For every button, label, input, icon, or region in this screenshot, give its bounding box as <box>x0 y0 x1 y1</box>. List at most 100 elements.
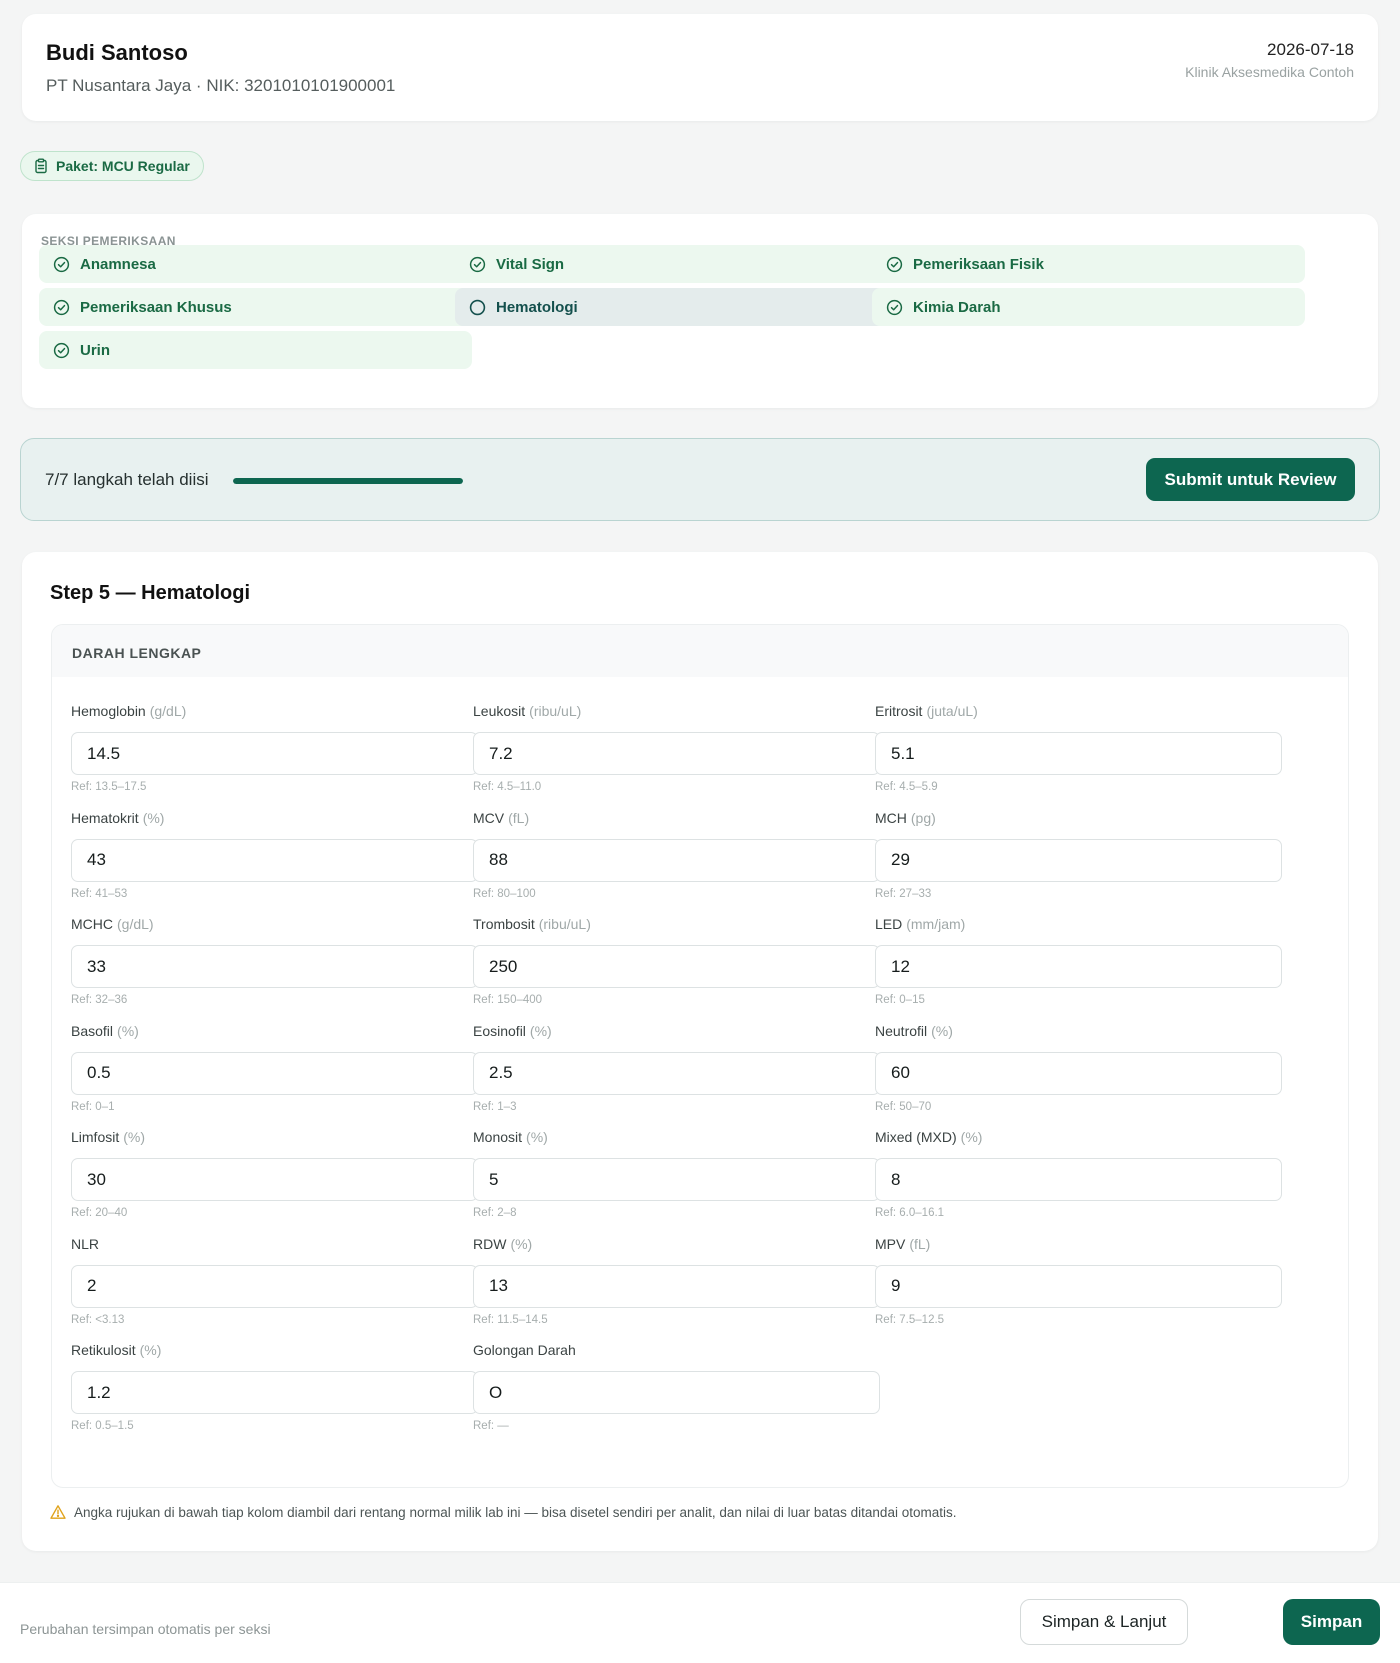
section-item-label: Pemeriksaan Fisik <box>913 255 1044 273</box>
field-label-text: Retikulosit <box>71 1342 136 1358</box>
field-unit: (ribu/uL) <box>538 916 591 932</box>
field-label: Trombosit (ribu/uL) <box>473 915 880 933</box>
field-label: Mixed (MXD) (%) <box>875 1128 1282 1146</box>
submit-review-button[interactable]: Submit untuk Review <box>1146 458 1355 501</box>
field-rdw: RDW(%) Ref: 11.5–14.5 <box>473 1235 880 1326</box>
progress-text: 7/7 langkah telah diisi <box>45 470 209 489</box>
limfosit-input[interactable] <box>71 1158 478 1201</box>
rdw-input[interactable] <box>473 1264 880 1308</box>
field-label-text: LED <box>875 916 903 932</box>
progress-fill <box>233 478 463 484</box>
field-basofil: Basofil(%) Ref: 0–1 <box>71 1022 478 1113</box>
field-neutrofil: Neutrofil(%) Ref: 50–70 <box>875 1022 1282 1113</box>
led-input[interactable] <box>875 945 1282 988</box>
eritrosit-input[interactable] <box>875 732 1282 775</box>
field-retikulosit: Retikulosit(%) Ref: 0.5–1.5 <box>71 1341 478 1432</box>
mchc-input[interactable] <box>71 945 478 988</box>
field-label: Hemoglobin (g/dL) <box>71 702 478 720</box>
field-hematokrit: Hematokrit(%) Ref: 41–53 <box>71 809 478 900</box>
field-reference-range: Ref: 32–36 <box>71 994 128 1006</box>
field-reference-range: Ref: <3.13 <box>71 1313 125 1326</box>
field-label-text: Leukosit <box>473 703 526 719</box>
neutrofil-input[interactable] <box>875 1051 1282 1095</box>
field-reference-range: Ref: — <box>473 1420 509 1432</box>
mpv-input[interactable] <box>875 1264 1282 1308</box>
field-reference-range: Ref: 7.5–12.5 <box>875 1313 945 1326</box>
field-unit: (%) <box>960 1129 983 1145</box>
field-label-text: Eritrosit <box>875 703 923 719</box>
field-mch: MCH(pg) Ref: 27–33 <box>875 809 1282 900</box>
field-label-text: Mixed (MXD) <box>875 1129 957 1145</box>
field-reference-range: Ref: 6.0–16.1 <box>875 1207 945 1219</box>
field-reference-range: Ref: 13.5–17.5 <box>71 781 147 793</box>
section-item-pemeriksaan-fisik[interactable]: Pemeriksaan Fisik <box>872 245 1305 283</box>
step-title: Step 5 — Hematologi <box>50 582 251 604</box>
patient-company-nik: PT Nusantara Jaya · NIK: 320101010190000… <box>46 76 396 95</box>
section-item-label: Pemeriksaan Khusus <box>80 298 232 316</box>
field-label: RDW (%) <box>473 1235 880 1253</box>
field-unit: (g/dL) <box>149 703 187 719</box>
field-reference-range: Ref: 1–3 <box>473 1100 517 1113</box>
field-golongan-darah: Golongan Darah Ref: — <box>473 1341 880 1432</box>
field-monosit: Monosit(%) Ref: 2–8 <box>473 1128 880 1219</box>
save-button[interactable]: Simpan <box>1283 1599 1380 1645</box>
basofil-input[interactable] <box>71 1051 478 1095</box>
section-item-kimia-darah[interactable]: Kimia Darah <box>872 288 1305 326</box>
trombosit-input[interactable] <box>473 945 880 988</box>
field-eosinofil: Eosinofil(%) Ref: 1–3 <box>473 1022 880 1113</box>
field-label: NLR <box>71 1235 478 1253</box>
field-label-text: Neutrofil <box>875 1022 928 1039</box>
mixed-mxd-input[interactable] <box>875 1158 1282 1201</box>
progress-bar-card: 7/7 langkah telah diisi Submit untuk Rev… <box>20 438 1380 521</box>
field-unit: (%) <box>117 1022 139 1039</box>
field-label-text: MCH <box>875 809 907 826</box>
step-hematologi: Step 5 — Hematologi DARAH LENGKAP Hemogl… <box>22 552 1378 1551</box>
field-reference-range: Ref: 80–100 <box>473 887 536 900</box>
darah-lengkap-panel: DARAH LENGKAP Hemoglobin(g/dL)Ref: 13.5–… <box>51 624 1349 1488</box>
section-item-label: Vital Sign <box>496 255 565 273</box>
field-label: Limfosit (%) <box>71 1128 478 1146</box>
empty-circle-icon <box>469 299 486 315</box>
check-circle-icon <box>886 256 903 272</box>
visit-date: 2026-07-18 <box>1267 40 1354 59</box>
field-label: Basofil (%) <box>71 1022 478 1040</box>
section-item-pemeriksaan-khusus[interactable]: Pemeriksaan Khusus <box>39 288 472 326</box>
field-reference-range: Ref: 4.5–5.9 <box>875 781 938 793</box>
field-label-text: Monosit <box>473 1129 523 1145</box>
leukosit-input[interactable] <box>473 732 880 775</box>
monosit-input[interactable] <box>473 1158 880 1201</box>
field-label: Leukosit (ribu/uL) <box>473 702 880 720</box>
package-label: Paket: MCU Regular <box>56 158 190 174</box>
progress-track <box>233 478 463 484</box>
field-label: LED (mm/jam) <box>875 915 1282 933</box>
field-trombosit: Trombosit(ribu/uL) Ref: 150–400 <box>473 915 880 1006</box>
section-item-hematologi[interactable]: Hematologi <box>455 288 888 326</box>
mcv-input[interactable] <box>473 838 880 882</box>
retikulosit-input[interactable] <box>71 1371 478 1414</box>
patient-name: Budi Santoso <box>46 40 188 65</box>
field-label-text: Hemoglobin <box>71 703 146 719</box>
field-label: Hematokrit (%) <box>71 809 478 827</box>
field-label: Golongan Darah <box>473 1341 880 1359</box>
mch-input[interactable] <box>875 838 1282 882</box>
save-and-next-button[interactable]: Simpan & Lanjut <box>1020 1599 1188 1645</box>
field-label: Neutrofil (%) <box>875 1022 1282 1040</box>
eosinofil-input[interactable] <box>473 1051 880 1095</box>
hemoglobin-input[interactable] <box>71 732 478 775</box>
field-mpv: MPV(fL) Ref: 7.5–12.5 <box>875 1235 1282 1326</box>
section-item-vital-sign[interactable]: Vital Sign <box>455 245 888 283</box>
autosave-text: Perubahan tersimpan otomatis per seksi <box>20 1621 271 1637</box>
field-label-text: MCHC <box>71 916 113 932</box>
field-label-text: Trombosit <box>473 916 535 932</box>
check-circle-icon <box>886 299 903 315</box>
exam-sections: SEKSI PEMERIKSAAN Anamnesa Vital Sign Peme… <box>22 214 1378 408</box>
nlr-input[interactable] <box>71 1264 478 1308</box>
section-item-urin[interactable]: Urin <box>39 331 472 369</box>
field-label: Eritrosit (juta/uL) <box>875 702 1282 720</box>
golongan-darah-input[interactable] <box>473 1371 880 1414</box>
field-label: MPV (fL) <box>875 1235 1282 1253</box>
hematokrit-input[interactable] <box>71 838 478 882</box>
section-item-anamnesa[interactable]: Anamnesa <box>39 245 472 283</box>
field-label: MCH (pg) <box>875 809 1282 827</box>
field-label-text: RDW <box>473 1235 507 1252</box>
